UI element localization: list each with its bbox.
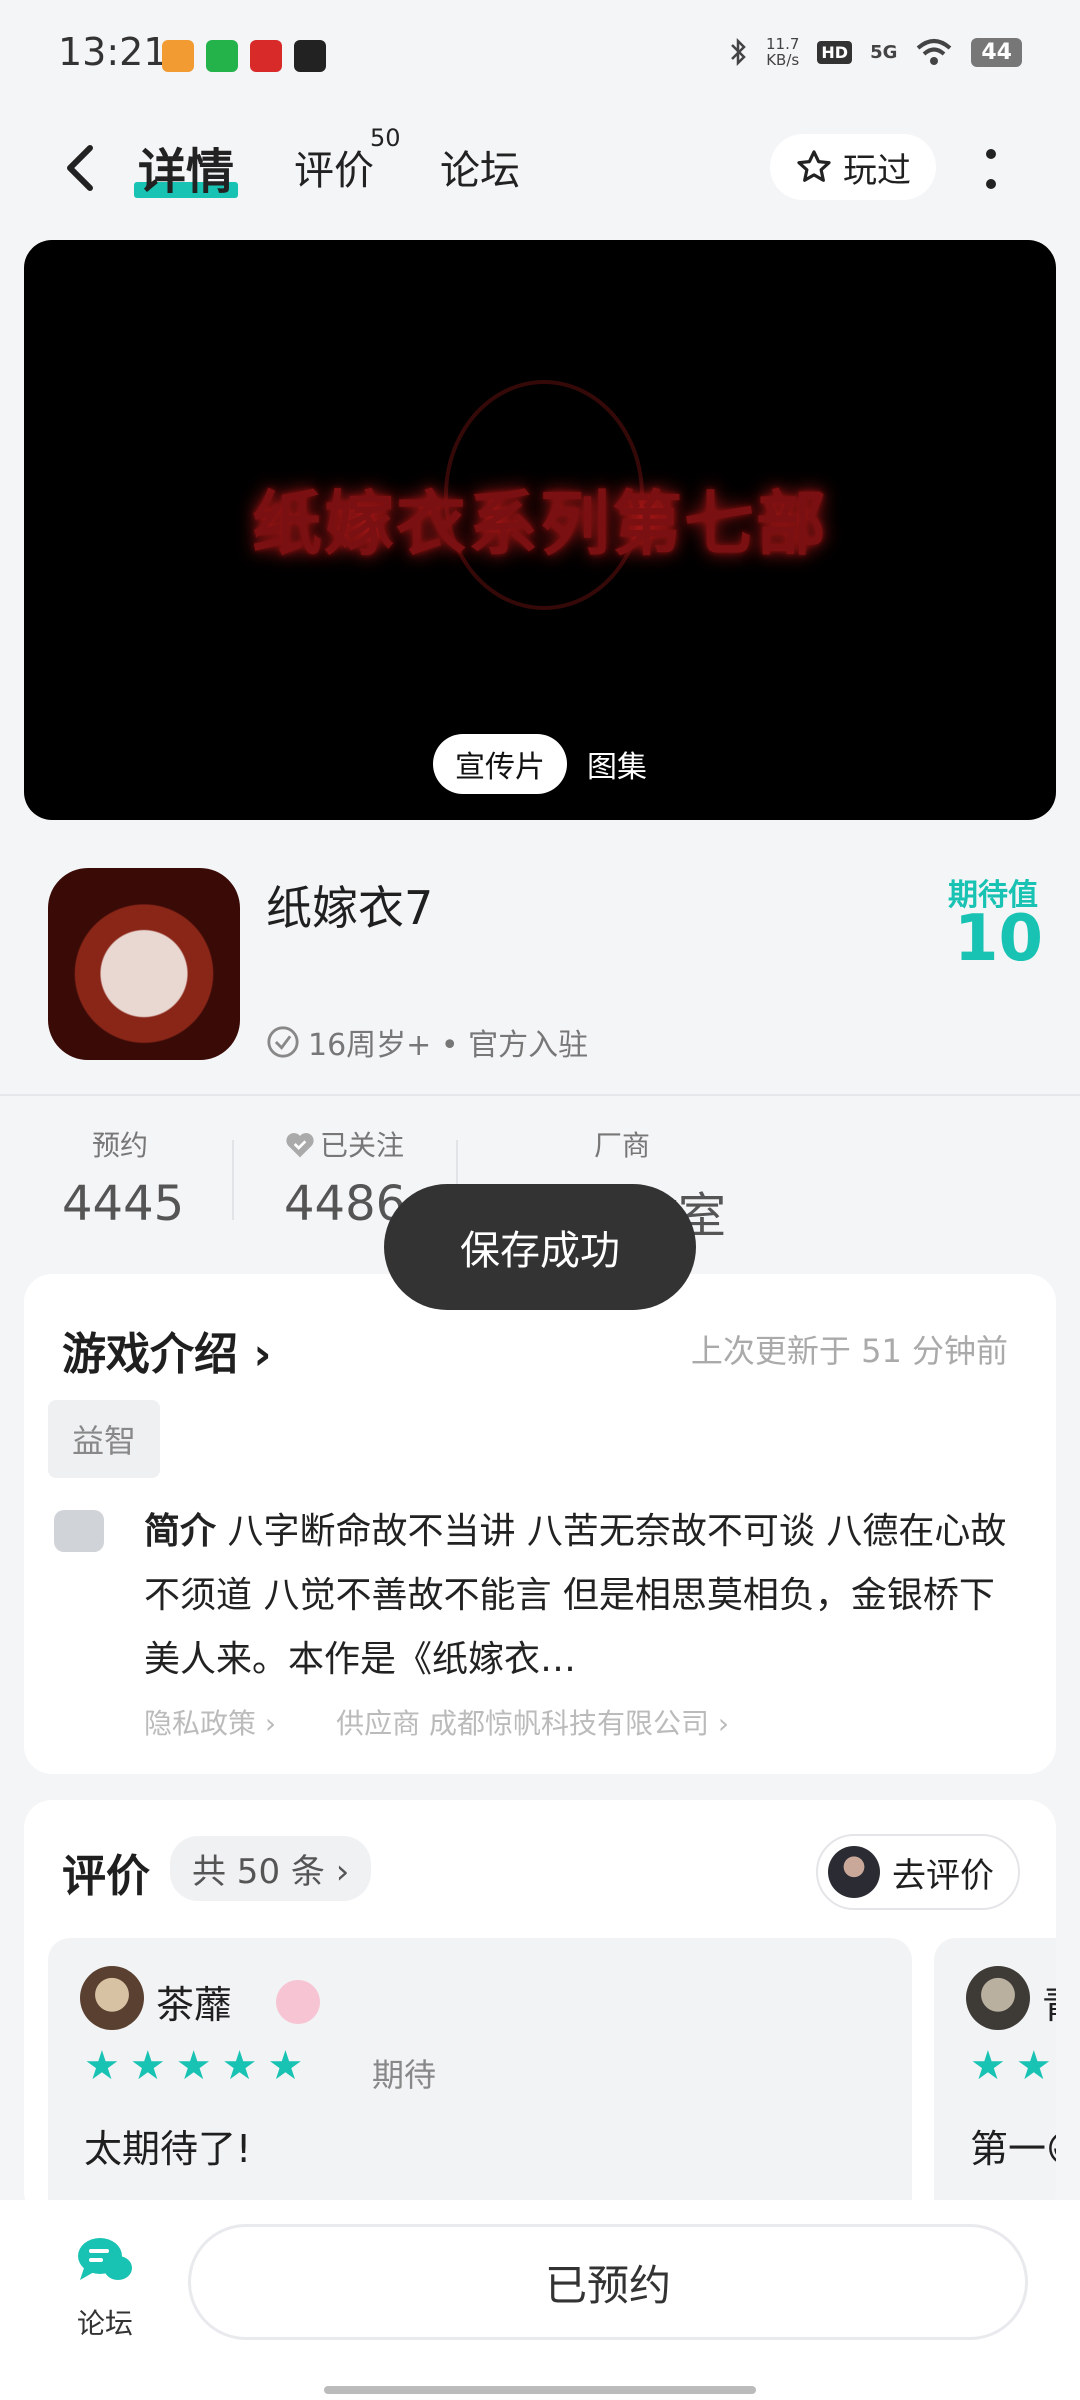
star-icon: ★	[267, 2043, 304, 2089]
stat-label-row: 已关注	[284, 1124, 406, 1164]
stat-reservations: 预约 4445	[62, 1124, 184, 1232]
status-bar: 13:21 11.7 KB/s HD 5G 44	[0, 0, 1080, 110]
network-speed-unit: KB/s	[766, 51, 800, 69]
reviews-title: 评价	[62, 1851, 150, 1902]
game-meta-text: 16周岁+ • 官方入驻	[308, 1028, 589, 1063]
review-text: 第一😁	[970, 2127, 1056, 2171]
intro-updated: 上次更新于 51 分钟前	[690, 1332, 1008, 1370]
supplier-link[interactable]: 供应商 成都惊帆科技有限公司 ›	[336, 1702, 729, 1742]
stat-divider	[232, 1140, 234, 1220]
tab-reviews[interactable]: 评价 50	[294, 124, 401, 196]
more-icon[interactable]	[978, 144, 1004, 194]
star-icon: ★	[84, 2043, 120, 2089]
intro-description[interactable]: 简介 八字断命故不当讲 八苦无奈故不可谈 八德在心故不须道 八觉不善故不能言 但…	[144, 1500, 1024, 1692]
chat-bubble-icon	[78, 2238, 132, 2280]
toast-message: 保存成功	[384, 1184, 696, 1310]
tab-forum-label: 论坛	[440, 148, 520, 194]
notification-app-icon	[250, 40, 282, 72]
reviewer-avatar	[80, 1966, 144, 2030]
battery-icon: 44	[971, 37, 1022, 67]
home-indicator[interactable]	[324, 2386, 756, 2394]
notification-app-icon	[294, 40, 326, 72]
top-nav: 详情 评价 50 论坛 玩过	[0, 118, 1080, 218]
reviewer-avatar	[966, 1966, 1030, 2030]
back-icon[interactable]	[56, 140, 106, 196]
intro-title-link[interactable]: 游戏介绍 ›	[62, 1318, 271, 1382]
video-title-text: 纸嫁衣系列第七部	[252, 482, 828, 565]
game-meta: 16周岁+ • 官方入驻	[266, 1020, 588, 1064]
rating-stars: ★ ★ ★	[970, 2046, 1056, 2086]
star-icon: ★	[970, 2043, 1006, 2089]
bluetooth-icon	[731, 37, 746, 67]
chevron-right-icon: ›	[253, 1329, 272, 1380]
review-item[interactable]: 青 ★ ★ ★ 第一😁	[934, 1938, 1056, 2220]
intro-card: 游戏介绍 › 上次更新于 51 分钟前 益智 简介 八字断命故不当讲 八苦无奈故…	[24, 1274, 1056, 1774]
hd-icon: HD	[817, 40, 853, 64]
stat-label: 厂商	[594, 1129, 651, 1162]
bottom-forum-button[interactable]: 论坛	[70, 2234, 140, 2342]
stat-value: 4445	[62, 1176, 185, 1232]
status-indicators: 11.7 KB/s HD 5G 44	[728, 36, 1022, 68]
notification-app-icon	[162, 40, 194, 72]
reviews-count: 共 50 条	[192, 1852, 325, 1892]
expectation-value: 10	[954, 902, 1044, 976]
tab-gallery[interactable]: 图集	[587, 742, 647, 786]
stat-followers[interactable]: 已关注 4486	[284, 1124, 406, 1232]
review-item[interactable]: 茶蘼 ★ ★ ★ ★ ★ 期待 太期待了!	[48, 1938, 912, 2220]
genre-tag[interactable]: 益智	[48, 1400, 161, 1478]
heart-check-icon	[286, 1133, 314, 1158]
star-icon: ★	[129, 2043, 166, 2089]
forum-label: 论坛	[76, 2307, 133, 2340]
stat-label: 已关注	[320, 1129, 405, 1162]
tab-trailer[interactable]: 宣传片	[433, 734, 567, 794]
reviewer-name: 茶蘼	[156, 1983, 233, 2027]
intro-title: 游戏介绍	[62, 1329, 238, 1380]
played-label: 玩过	[843, 150, 911, 191]
bottom-bar: 论坛 已预约	[0, 2200, 1080, 2400]
document-icon	[54, 1510, 104, 1552]
supplier-label: 供应商 成都惊帆科技有限公司	[336, 1707, 710, 1740]
tab-reviews-label: 评价	[294, 148, 374, 194]
tab-reviews-count: 50	[370, 124, 401, 152]
stat-label: 预约	[92, 1129, 149, 1162]
intro-lead: 简介	[144, 1511, 217, 1552]
star-icon: ★	[1015, 2043, 1052, 2089]
divider	[0, 1094, 1080, 1096]
tab-details-label: 详情	[138, 144, 235, 200]
star-icon: ★	[221, 2043, 258, 2089]
status-app-icons	[162, 40, 326, 72]
reviews-count-button[interactable]: 共 50 条 ›	[170, 1836, 372, 1901]
played-button[interactable]: 玩过	[770, 134, 936, 200]
tab-forum[interactable]: 论坛	[440, 138, 520, 196]
tab-details[interactable]: 详情	[134, 132, 239, 202]
user-avatar	[828, 1846, 880, 1898]
privacy-policy-label: 隐私政策	[144, 1707, 257, 1740]
game-icon	[48, 868, 240, 1060]
intro-links: 隐私政策 › 供应商 成都惊帆科技有限公司 ›	[144, 1702, 729, 1742]
star-icon: ★	[175, 2043, 212, 2089]
notification-app-icon	[206, 40, 238, 72]
level-badge-icon	[276, 1980, 320, 2024]
check-circle-icon	[267, 1026, 299, 1058]
rating-stars: ★ ★ ★ ★ ★	[84, 2046, 303, 2086]
reserved-button[interactable]: 已预约	[188, 2224, 1028, 2340]
network-speed-value: 11.7	[765, 35, 800, 53]
review-text: 太期待了!	[84, 2127, 252, 2171]
reviewer-name: 青	[1042, 1974, 1056, 2029]
wifi-icon	[917, 39, 952, 65]
game-name: 纸嫁衣7	[266, 881, 434, 935]
signal-5g-icon: 5G	[870, 41, 898, 63]
privacy-policy-link[interactable]: 隐私政策 ›	[144, 1702, 276, 1742]
intro-text: 八字断命故不当讲 八苦无奈故不可谈 八德在心故不须道 八觉不善故不能言 但是相思…	[144, 1511, 1007, 1680]
media-tabs: 宣传片 图集	[24, 734, 1056, 794]
reviews-card: 评价 共 50 条 › 去评价 茶蘼 ★ ★ ★ ★ ★ 期待 太期待了! 青 …	[24, 1800, 1056, 2220]
write-review-button[interactable]: 去评价	[816, 1834, 1020, 1910]
chevron-right-icon: ›	[335, 1852, 350, 1892]
promo-video[interactable]: 纸嫁衣系列第七部 宣传片 图集	[24, 240, 1056, 820]
star-outline-icon	[797, 150, 831, 182]
network-speed: 11.7 KB/s	[766, 36, 799, 68]
rating-label: 期待	[372, 2056, 437, 2094]
write-review-label: 去评价	[892, 1855, 994, 1896]
status-time: 13:21	[58, 30, 168, 74]
